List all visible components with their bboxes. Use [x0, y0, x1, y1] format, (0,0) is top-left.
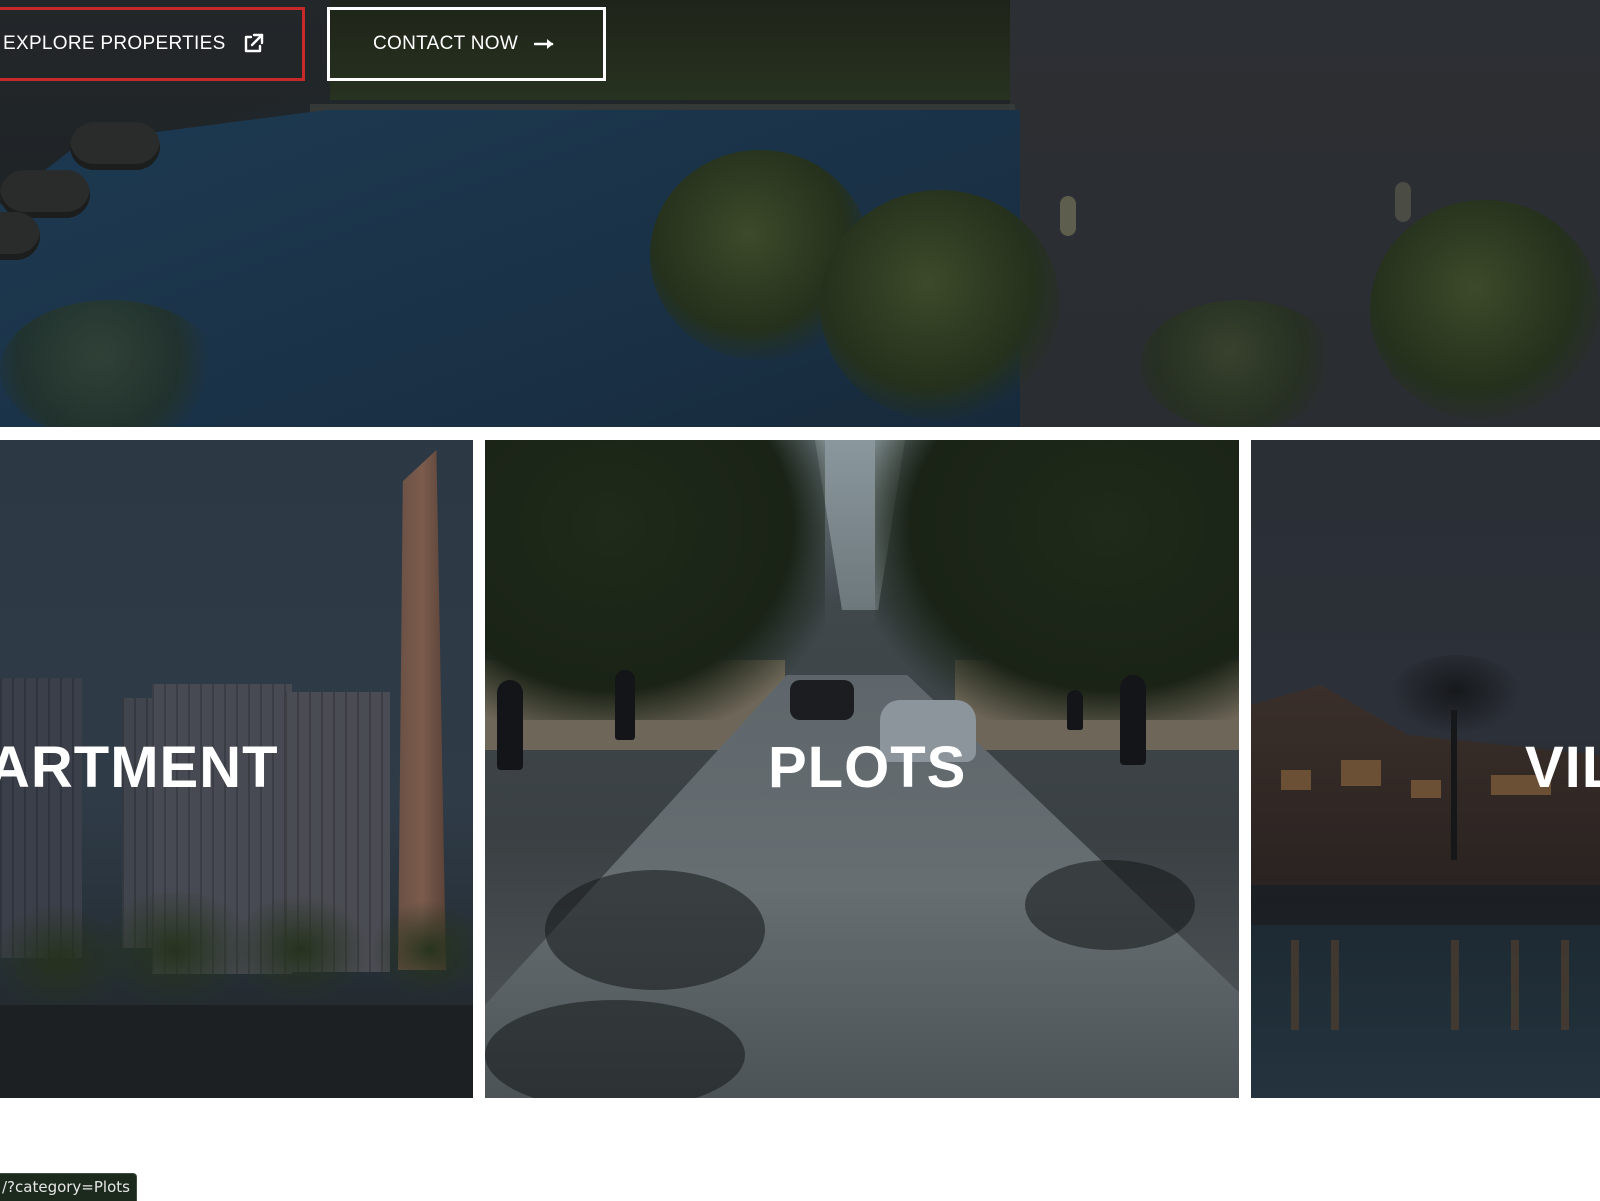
hero-swimmer [1395, 182, 1411, 222]
villa-pool [1251, 925, 1600, 1098]
category-label-villa: VIL [1525, 735, 1600, 800]
contact-now-label: CONTACT NOW [373, 33, 519, 54]
hero-tree [1370, 200, 1600, 420]
plots-pedestrian [615, 670, 635, 740]
category-label-apartment: ARTMENT [0, 735, 279, 800]
hero-swimmer [1060, 196, 1076, 236]
plots-pedestrian [1120, 675, 1146, 765]
plots-shadow [545, 870, 765, 990]
villa-palm [1391, 655, 1521, 735]
plots-pedestrian [1067, 690, 1083, 730]
hero-tree [0, 300, 220, 427]
category-label-plots: PLOTS [768, 735, 967, 800]
contact-now-button[interactable]: CONTACT NOW [327, 7, 606, 81]
status-bar-url: /?category=Plots [0, 1173, 137, 1201]
villa-reflection [1451, 940, 1459, 1030]
hero-tree [820, 190, 1060, 420]
plots-tree-canopy [485, 440, 825, 720]
explore-properties-button[interactable]: EXPLORE PROPERTIES [0, 7, 305, 81]
property-categories: ARTMENT PLOTS VIL [0, 440, 1600, 1098]
apartment-road [0, 1005, 473, 1098]
villa-window [1341, 760, 1381, 786]
arrow-right-icon [534, 39, 554, 49]
villa-reflection [1561, 940, 1569, 1030]
plots-pedestrian [497, 680, 523, 770]
villa-reflection [1291, 940, 1299, 1030]
villa-window [1281, 770, 1311, 790]
category-card-apartment[interactable]: ARTMENT [0, 440, 473, 1098]
villa-reflection [1331, 940, 1339, 1030]
plots-car [790, 680, 854, 720]
plots-shadow [1025, 860, 1195, 950]
hero-tree [1140, 300, 1340, 427]
hero-lounger [0, 170, 90, 218]
external-link-icon [244, 33, 263, 53]
plots-tree-canopy [875, 440, 1239, 720]
villa-reflection [1511, 940, 1519, 1030]
category-card-plots[interactable]: PLOTS [485, 440, 1239, 1098]
hero-banner: EXPLORE PROPERTIES CONTACT NOW [0, 0, 1600, 427]
apartment-trees [0, 890, 473, 1010]
villa-window [1411, 780, 1441, 798]
category-card-villa[interactable]: VIL [1251, 440, 1600, 1098]
hero-lounger [70, 122, 160, 170]
explore-properties-label: EXPLORE PROPERTIES [3, 33, 226, 54]
